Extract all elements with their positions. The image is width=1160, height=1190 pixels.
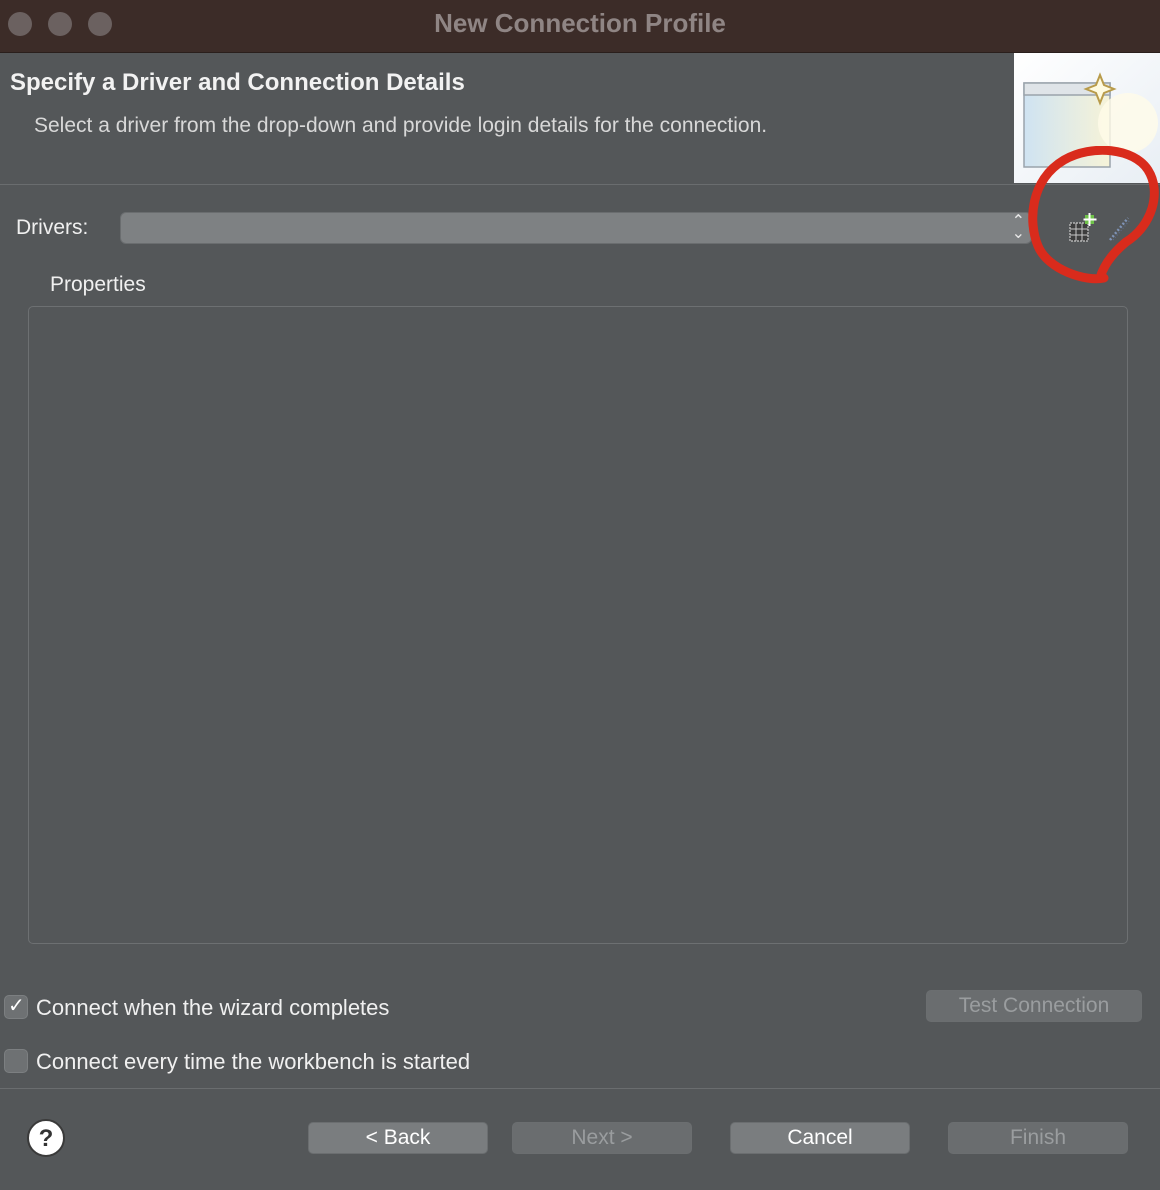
wizard-header: Specify a Driver and Connection Details …	[0, 53, 1160, 185]
drivers-label: Drivers:	[16, 216, 89, 239]
test-connection-button[interactable]: Test Connection	[926, 990, 1142, 1022]
connect-when-complete-checkbox[interactable]: ✓	[4, 995, 28, 1019]
cancel-button[interactable]: Cancel	[730, 1122, 910, 1154]
connect-on-startup-label: Connect every time the workbench is star…	[36, 1049, 471, 1074]
footer-divider	[0, 1088, 1160, 1089]
properties-label: Properties	[50, 273, 146, 296]
finish-button[interactable]: Finish	[948, 1122, 1128, 1154]
help-icon[interactable]: ?	[26, 1118, 66, 1158]
properties-panel	[28, 306, 1128, 944]
next-button[interactable]: Next >	[512, 1122, 692, 1154]
window-title: New Connection Profile	[434, 8, 726, 38]
svg-text:?: ?	[39, 1125, 54, 1152]
drivers-dropdown[interactable]: ⌃ ⌄	[120, 212, 1032, 244]
checkmark-icon: ✓	[8, 995, 25, 1017]
edit-driver-icon	[1109, 217, 1131, 241]
connect-on-startup-checkbox[interactable]	[4, 1049, 28, 1073]
new-driver-icon[interactable]	[1064, 212, 1098, 246]
chevron-up-down-icon: ⌃ ⌄	[1011, 213, 1025, 242]
connect-when-complete-label: Connect when the wizard completes	[36, 995, 390, 1020]
connection-wizard-banner-icon	[1014, 53, 1160, 183]
back-button[interactable]: < Back	[308, 1122, 488, 1154]
title-bar: New Connection Profile	[0, 0, 1160, 53]
page-title: Specify a Driver and Connection Details	[10, 69, 465, 96]
page-description: Select a driver from the drop-down and p…	[34, 114, 768, 137]
